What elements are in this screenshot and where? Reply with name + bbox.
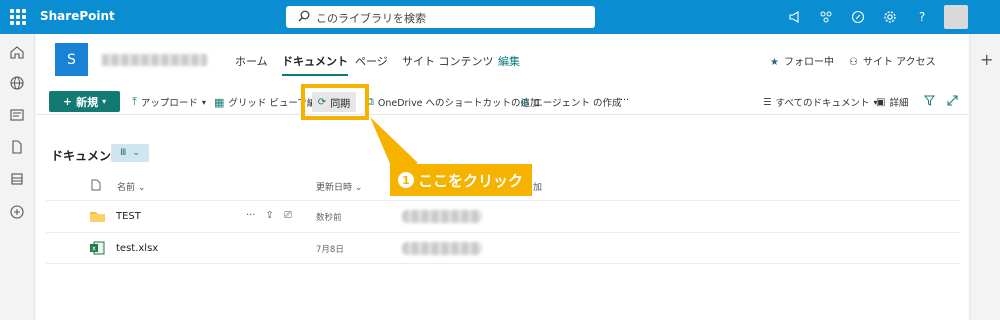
gear-icon[interactable] (882, 9, 898, 25)
expand-icon[interactable] (947, 95, 958, 106)
more-button[interactable]: ··· (620, 95, 629, 106)
search-placeholder: このライブラリを検索 (316, 12, 426, 25)
app-launcher-icon[interactable] (10, 9, 26, 25)
chevron-down-icon: ⌄ (132, 148, 140, 158)
suite-bar: SharePoint このライブラリを検索 ? (0, 0, 1000, 34)
shortcut-icon: ⧉ (366, 95, 374, 108)
upload-button[interactable]: ⤒ アップロード ▾ (132, 95, 206, 109)
details-button[interactable]: ▣ 詳細 (876, 95, 909, 110)
news-icon[interactable] (9, 107, 25, 123)
comment-icon[interactable]: ⎚ (284, 210, 292, 221)
upload-icon: ⤒ (132, 95, 137, 108)
site-name-redacted (102, 54, 207, 66)
file-icon[interactable] (9, 139, 25, 155)
search-box[interactable]: このライブラリを検索 (286, 6, 595, 28)
help-icon[interactable]: ? (914, 9, 930, 25)
callout-label: 1 ここをクリック (390, 164, 532, 196)
chevron-down-icon: ▾ (102, 97, 107, 106)
command-bar: + 新規 ▾ ⤒ アップロード ▾ ▦ グリッド ビューで編集 ⟳ 同期 ⧉ O… (36, 87, 968, 115)
modified-date: 7月8日 (316, 245, 344, 255)
callout-text: ここをクリック (418, 171, 524, 190)
agent-icon: ⊛ (520, 95, 530, 109)
onedrive-shortcut-button[interactable]: ⧉ OneDrive へのショートカットの追加 (366, 95, 540, 109)
plus-icon: + (62, 95, 73, 108)
new-label: 新規 (76, 95, 99, 109)
nav-site-contents[interactable]: サイト コンテンツ (402, 53, 494, 69)
globe-icon[interactable] (9, 75, 25, 91)
view-label: すべてのドキュメント (775, 98, 870, 109)
site-access-label: サイト アクセス (862, 57, 936, 68)
column-header-name[interactable]: 名前 ⌄ (117, 180, 145, 193)
right-rail: + (970, 34, 1000, 320)
column-header-modified-by-partial[interactable]: 加 (533, 180, 542, 193)
add-circle-icon[interactable] (9, 204, 25, 220)
modified-date: 数秒前 (316, 213, 342, 223)
more-icon[interactable]: ··· (246, 210, 256, 221)
share-network-icon[interactable] (818, 9, 834, 25)
site-access-button[interactable]: ⚇ サイト アクセス (849, 53, 936, 68)
copilot-icon[interactable] (850, 9, 866, 25)
onedrive-shortcut-label: OneDrive へのショートカットの追加 (377, 98, 540, 109)
nav-edit[interactable]: 編集 (498, 53, 520, 69)
avatar[interactable] (944, 5, 968, 29)
column-header-modified[interactable]: 更新日時 ⌄ (316, 180, 362, 193)
file-name[interactable]: TEST (116, 211, 141, 222)
library-view-switcher[interactable]: Ⅲ ⌄ (111, 144, 149, 162)
list-icon[interactable] (9, 171, 25, 187)
nav-home[interactable]: ホーム (235, 53, 268, 69)
details-label: 詳細 (889, 98, 909, 109)
megaphone-icon[interactable] (787, 9, 803, 25)
create-agent-button[interactable]: ⊛ エージェント の作成 (520, 95, 622, 110)
left-rail (0, 34, 35, 320)
people-icon: ⚇ (849, 57, 858, 68)
excel-file-icon: x (90, 241, 105, 255)
share-icon[interactable]: ⇪ (266, 210, 274, 221)
grid-icon: ▦ (214, 95, 225, 109)
sync-button[interactable]: ⟳ 同期 (312, 92, 356, 112)
view-list-icon: ☰ (763, 96, 772, 108)
chevron-down-icon: ▾ (201, 97, 206, 107)
brand-label[interactable]: SharePoint (40, 9, 115, 23)
star-icon: ★ (770, 57, 779, 68)
modified-by-redacted (402, 210, 482, 223)
upload-label: アップロード (140, 98, 198, 109)
add-icon[interactable]: + (980, 50, 993, 69)
site-logo[interactable]: S (55, 43, 88, 76)
table-row[interactable]: TEST ··· ⇪ ⎚ 数秒前 (46, 200, 960, 232)
nav-documents[interactable]: ドキュメント (282, 53, 348, 76)
grid-edit-button[interactable]: ▦ グリッド ビューで編集 (214, 95, 326, 110)
table-row[interactable]: x test.xlsx 7月8日 (46, 232, 960, 264)
folder-icon (90, 212, 105, 222)
library-icon: Ⅲ (120, 148, 127, 158)
file-name[interactable]: test.xlsx (116, 243, 158, 254)
create-agent-label: エージェント の作成 (533, 98, 622, 109)
modified-by-redacted (402, 242, 482, 255)
file-type-icon (91, 179, 101, 191)
sync-label: 同期 (330, 98, 351, 110)
follow-button[interactable]: ★ フォロー中 (770, 53, 834, 68)
sync-icon: ⟳ (317, 96, 327, 108)
svg-text:x: x (92, 245, 96, 253)
filter-icon[interactable] (924, 95, 935, 106)
follow-label: フォロー中 (783, 57, 834, 68)
new-button[interactable]: + 新規 ▾ (49, 91, 120, 112)
row-actions: ··· ⇪ ⎚ (246, 210, 292, 221)
nav-pages[interactable]: ページ (355, 53, 388, 69)
search-icon (298, 10, 310, 22)
step-number: 1 (398, 172, 414, 188)
home-icon[interactable] (9, 44, 25, 60)
view-selector[interactable]: ☰ すべてのドキュメント ▾ (763, 95, 878, 110)
info-icon: ▣ (876, 96, 886, 108)
